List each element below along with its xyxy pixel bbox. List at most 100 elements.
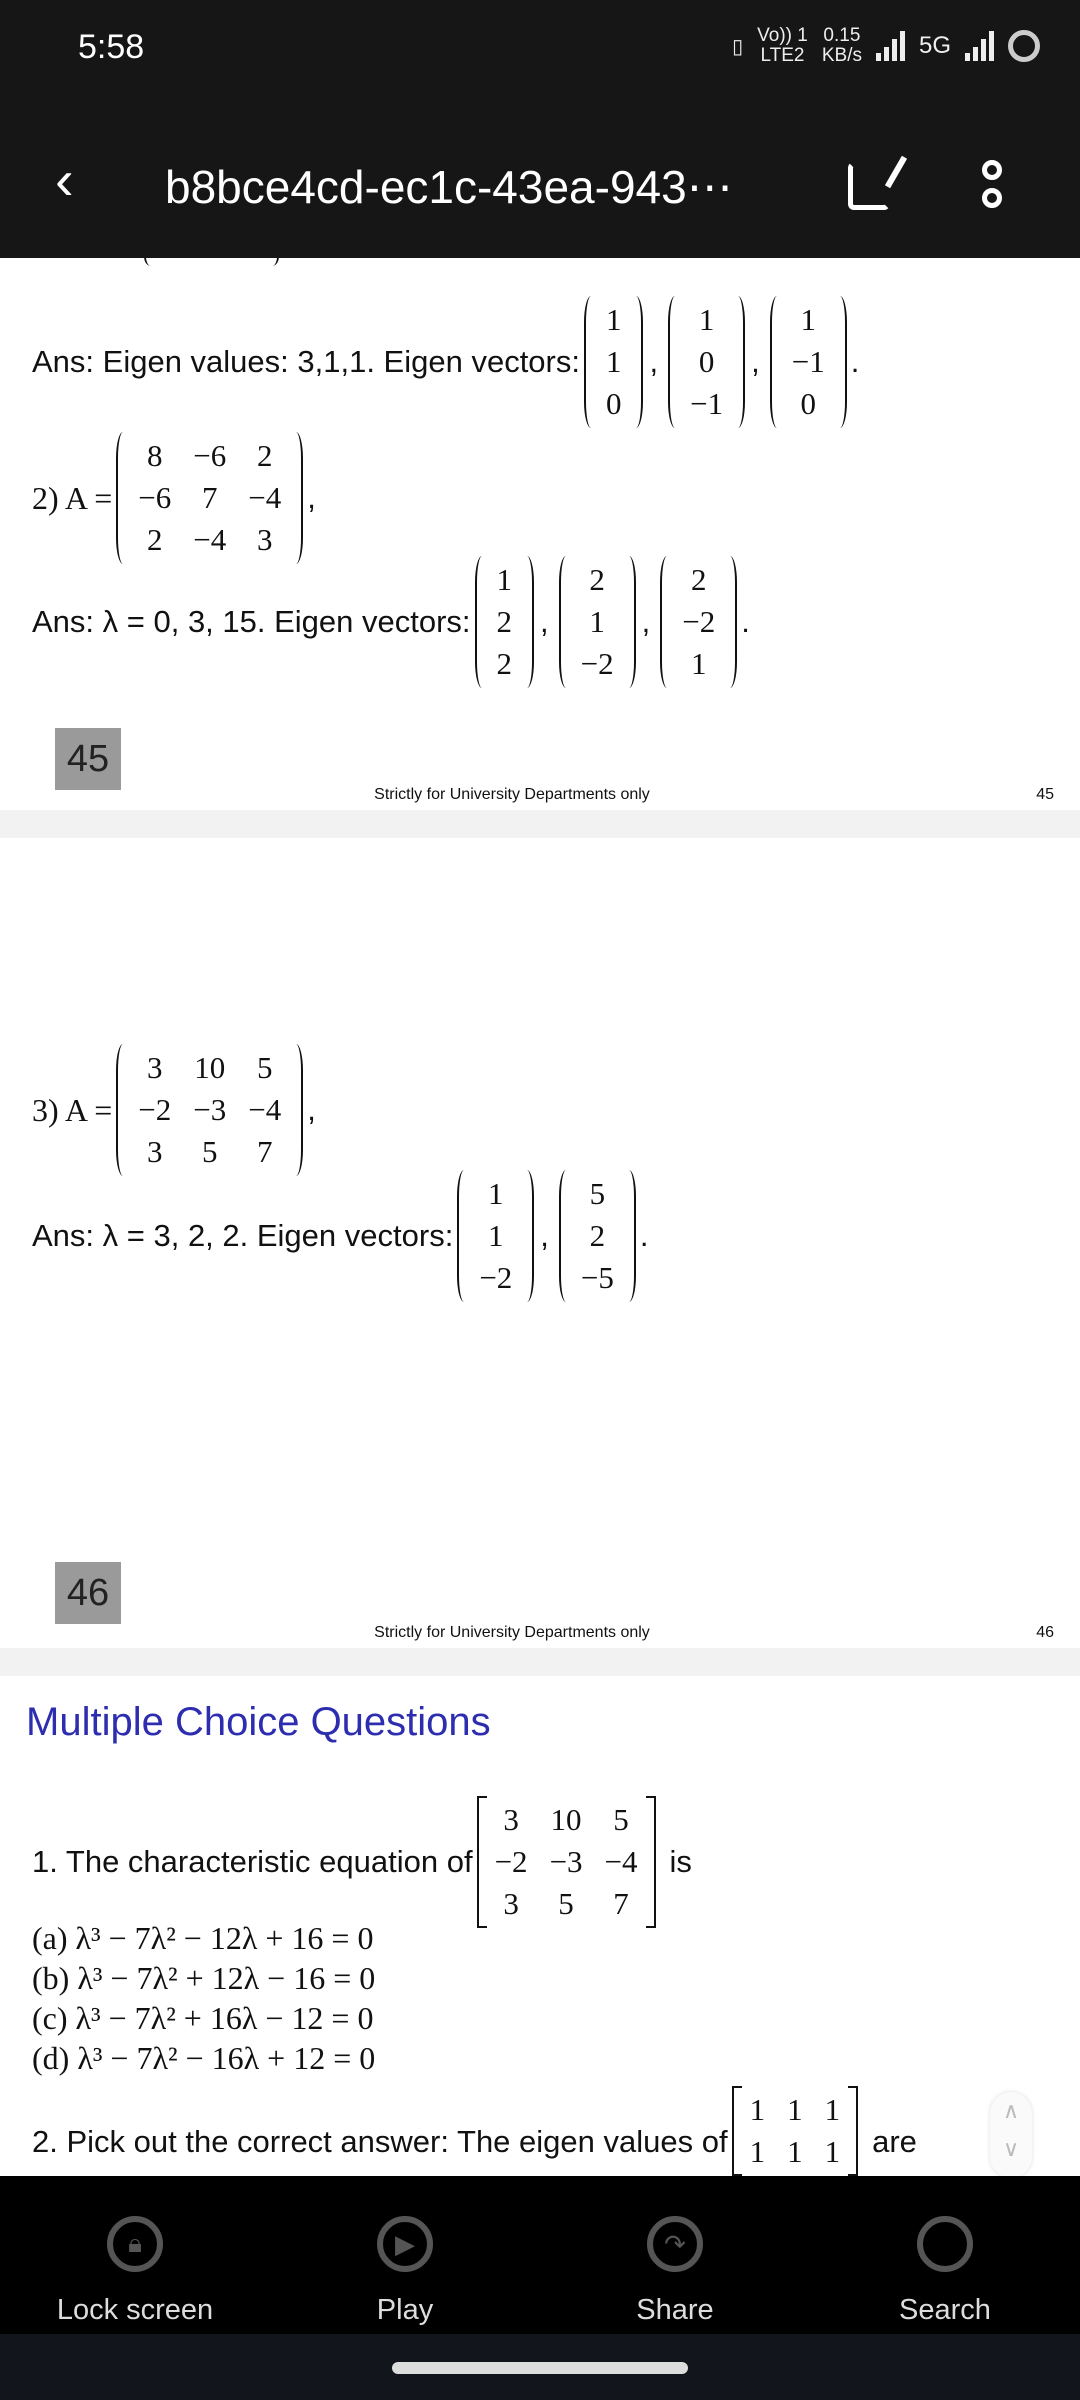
matrix-right-bracket (645, 1796, 656, 1928)
matrix-cell: −6 (193, 438, 227, 473)
eigen-vector: 1 1 −2 (457, 1170, 535, 1302)
matrix-cell: 5 (558, 1886, 574, 1921)
matrix-cell: 2 (496, 646, 513, 681)
matrix-cell: 2 (256, 438, 273, 473)
matrix-cell: 1 (698, 302, 715, 337)
more-icon[interactable] (980, 160, 1004, 208)
matrix-cell: 3 (147, 1134, 163, 1169)
matrix-left-bracket (583, 296, 598, 428)
edit-icon[interactable] (848, 162, 890, 210)
status-bar: 5:58 ▯ Vo)) 1 LTE2 0.15 KB/s 5G (0, 0, 1080, 110)
matrix-cell: 2 (589, 1218, 606, 1253)
matrix-cell: 1 (605, 344, 622, 379)
search-label: Search (899, 2294, 991, 2326)
matrix-cell: −4 (193, 522, 227, 557)
matrix-right-bracket (731, 296, 746, 428)
mcq-question-2-text: 2. Pick out the correct answer: The eige… (32, 2124, 728, 2159)
matrix-cell: 2 (496, 604, 513, 639)
option-c: (c) λ³ − 7λ² + 16λ − 12 = 0 (32, 2000, 374, 2036)
matrix-cell: 2 (589, 562, 605, 597)
matrix-left-bracket (457, 1170, 471, 1302)
net-speed: 0.15 KB/s (822, 26, 862, 66)
eigen-vector: 5 2 −5 (558, 1170, 636, 1302)
mcq-question-1: 1. The characteristic equation of 3 10 5 −2… (32, 1796, 692, 1928)
chevron-up-icon[interactable]: ∧ (990, 2092, 1032, 2130)
app-header: ‹ b8bce4cd-ec1c-43ea-943⋯ (0, 110, 1080, 258)
lock-rotate-icon: 🔒︎ (107, 2216, 163, 2272)
answer-2-text: Ans: λ = 0, 3, 15. Eigen vectors: (32, 604, 471, 639)
matrix-cell: 2 (147, 522, 163, 557)
matrix-cell: −2 (494, 1844, 528, 1879)
question-2-label: 2) A = (32, 479, 113, 516)
matrix-cell: 1 (800, 302, 816, 337)
search-button[interactable]: Search (810, 2176, 1080, 2334)
matrix-cell: 1 (749, 2092, 766, 2127)
matrix-cell: −1 (791, 344, 825, 379)
question-2: 2) A = 8 −6 2 −6 7 −4 2 −4 3, (32, 432, 316, 564)
matrix-cell: 1 (605, 302, 622, 337)
lock-screen-label: Lock screen (56, 2294, 214, 2326)
matrix: 111111 (731, 2086, 859, 2176)
matrix: 8 −6 2 −6 7 −4 2 −4 3 (116, 432, 304, 564)
matrix-cell: 1 (488, 1218, 504, 1253)
matrix-cell: 0 (698, 344, 715, 379)
page-scroll-control[interactable]: ∧ ∨ (990, 2092, 1032, 2178)
lte-label: LTE2 (760, 45, 805, 66)
mcq-question-2-suffix: are (872, 2124, 917, 2159)
matrix-cell: −3 (193, 1092, 227, 1127)
home-handle[interactable] (392, 2362, 688, 2374)
matrix-cell: 1 (824, 2134, 841, 2169)
answer-1: Ans: Eigen values: 3,1,1. Eigen vectors:… (32, 296, 859, 428)
matrix-cell: −2 (580, 646, 614, 681)
matrix-left-bracket (731, 2086, 742, 2176)
matrix-cell: 8 (147, 438, 163, 473)
matrix-cell: −3 (549, 1844, 583, 1879)
matrix-cell: 2 (691, 562, 707, 597)
page-footer-number: 46 (1036, 1624, 1054, 1641)
status-icons: ▯ Vo)) 1 LTE2 0.15 KB/s 5G (732, 26, 1040, 66)
system-nav-bar (0, 2334, 1080, 2400)
matrix-right-bracket (622, 556, 636, 688)
matrix-right-bracket (622, 1170, 636, 1302)
matrix-right-bracket (289, 1044, 304, 1176)
answer-3-text: Ans: λ = 3, 2, 2. Eigen vectors: (32, 1218, 454, 1253)
answer-2: Ans: λ = 0, 3, 15. Eigen vectors: 122,21… (32, 556, 750, 688)
option-d: (d) λ³ − 7λ² − 16λ + 12 = 0 (32, 2040, 376, 2076)
search-icon (917, 2216, 973, 2272)
matrix-cell: 7 (613, 1886, 629, 1921)
page-footer: Strictly for University Departments only (374, 786, 650, 803)
matrix-cell: 0 (800, 386, 816, 421)
matrix-cell: 1 (787, 2092, 803, 2127)
matrix-left-bracket (558, 1170, 573, 1302)
eigen-vector: 1 −1 0 (769, 296, 847, 428)
document-title: b8bce4cd-ec1c-43ea-943⋯ (165, 161, 733, 213)
matrix-cell: 3 (256, 522, 273, 557)
signal-icon (875, 31, 905, 61)
matrix-cell: 3 (503, 1886, 519, 1921)
eigen-vector: 1 0 −1 (668, 296, 746, 428)
speed-value: 0.15 (823, 25, 861, 46)
matrix-cell: 7 (202, 480, 218, 515)
vibrate-icon: ▯ (732, 35, 744, 58)
chevron-down-icon[interactable]: ∨ (990, 2130, 1032, 2168)
speed-unit: KB/s (821, 45, 862, 66)
matrix-cell: 3 (147, 1050, 163, 1085)
battery-ring-icon (1008, 30, 1040, 62)
page-number-box: 45 (55, 728, 121, 790)
play-button[interactable]: ▶ Play (270, 2176, 540, 2334)
matrix-cell: 5 (613, 1802, 629, 1837)
matrix-cell: −1 (690, 386, 724, 421)
matrix-cell: 1 (787, 2134, 803, 2169)
network-type: 5G (918, 32, 951, 59)
lock-screen-button[interactable]: 🔒︎ Lock screen (0, 2176, 270, 2334)
matrix-cell: −2 (479, 1260, 513, 1295)
matrix-cell: 1 (691, 646, 707, 681)
back-icon[interactable]: ‹ (55, 152, 74, 208)
question-3: 3) A = 3 10 5 −2 −3 −4 3 5 7, (32, 1044, 316, 1176)
share-button[interactable]: ↷ Share (540, 2176, 810, 2334)
matrix-cell: −4 (604, 1844, 638, 1879)
section-title: Multiple Choice Questions (26, 1700, 491, 1744)
matrix-cell: −4 (248, 1092, 282, 1127)
share-label: Share (636, 2294, 714, 2326)
page-separator (0, 1648, 1080, 1676)
